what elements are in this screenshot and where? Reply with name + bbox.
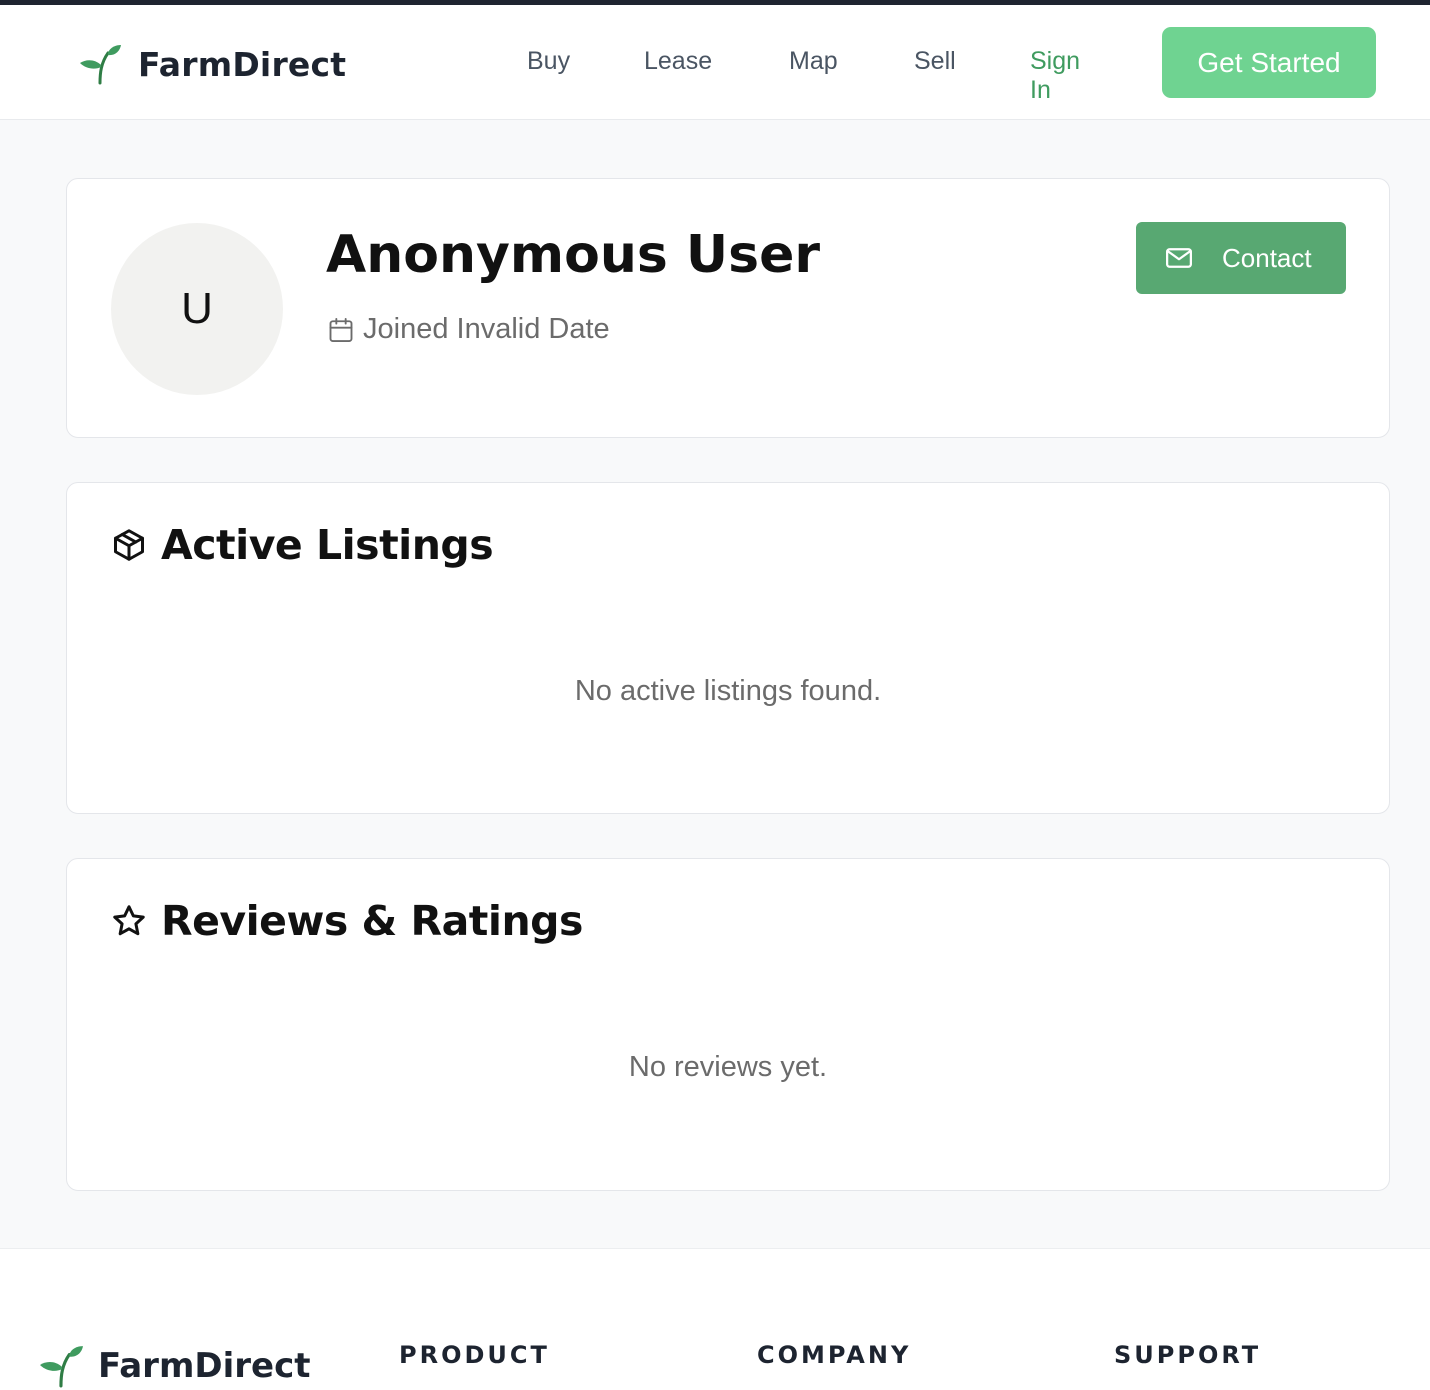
reviews-title: Reviews & Ratings: [161, 897, 583, 945]
active-listings-card: Active Listings No active listings found…: [66, 482, 1390, 814]
footer-brand-name: FarmDirect: [98, 1346, 311, 1386]
footer-heading-company: COMPANY: [757, 1341, 912, 1369]
contact-label: Contact: [1222, 242, 1312, 273]
calendar-icon: [329, 317, 353, 342]
site-footer: FarmDirect PRODUCT COMPANY SUPPORT: [0, 1248, 1430, 1390]
footer-heading-support: SUPPORT: [1114, 1341, 1262, 1369]
mail-icon: [1166, 248, 1192, 268]
sign-in-link[interactable]: Sign In: [1030, 47, 1080, 105]
avatar: U: [111, 223, 283, 395]
reviews-empty-state: No reviews yet.: [628, 1051, 828, 1083]
brand-logo-link[interactable]: FarmDirect: [80, 43, 346, 85]
footer-brand[interactable]: FarmDirect: [40, 1344, 310, 1388]
package-icon: [114, 529, 144, 561]
nav-link-buy[interactable]: Buy: [527, 47, 570, 76]
star-icon: [113, 905, 145, 936]
reviews-card: Reviews & Ratings No reviews yet.: [66, 858, 1390, 1191]
nav-link-lease[interactable]: Lease: [644, 47, 712, 76]
joined-date: Joined Invalid Date: [327, 313, 610, 346]
user-name: Anonymous User: [326, 225, 820, 285]
active-listings-title: Active Listings: [161, 521, 494, 569]
joined-text: Joined Invalid Date: [363, 313, 610, 345]
active-listings-header: Active Listings: [111, 521, 494, 569]
brand-name: FarmDirect: [138, 44, 347, 84]
contact-button[interactable]: Contact: [1136, 222, 1346, 294]
nav-link-map[interactable]: Map: [789, 47, 838, 76]
reviews-header: Reviews & Ratings: [111, 897, 583, 945]
site-header: FarmDirect Buy Lease Map Sell Sign In Ge…: [0, 5, 1430, 120]
footer-heading-product: PRODUCT: [399, 1341, 550, 1369]
get-started-button[interactable]: Get Started: [1162, 27, 1376, 98]
sprout-icon: [80, 45, 121, 85]
listings-empty-state: No active listings found.: [574, 675, 882, 707]
profile-card: U Anonymous User Joined Invalid Date Con…: [66, 178, 1390, 438]
nav-link-sell[interactable]: Sell: [914, 47, 956, 76]
sprout-icon: [40, 1346, 83, 1388]
